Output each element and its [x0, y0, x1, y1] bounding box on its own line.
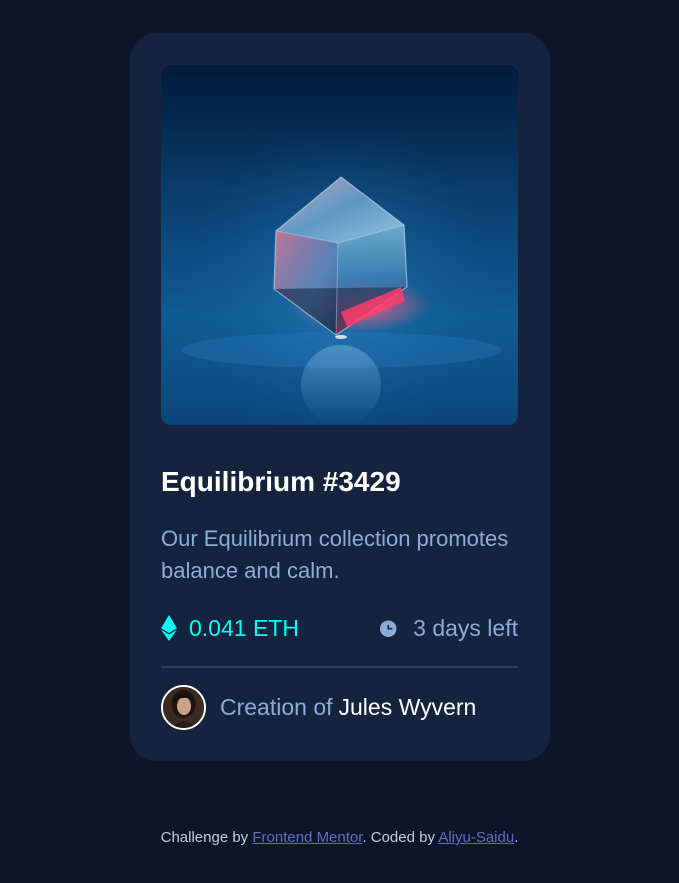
- price-value: 0.041 ETH: [189, 614, 299, 641]
- frontend-mentor-link[interactable]: Frontend Mentor: [252, 829, 362, 846]
- time-left-value: 3 days left: [413, 614, 518, 641]
- creator-prefix: Creation of: [220, 693, 333, 720]
- equilibrium-image[interactable]: [161, 65, 518, 425]
- time-remaining: 3 days left: [378, 611, 518, 645]
- creator-name-link[interactable]: Jules Wyvern: [339, 694, 477, 720]
- nft-card: Equilibrium #3429 Our Equilibrium collec…: [130, 33, 550, 761]
- attribution-middle: . Coded by: [362, 829, 435, 846]
- creator-info: Creation of Jules Wyvern: [161, 684, 476, 730]
- divider: [161, 666, 518, 668]
- clock-icon: [380, 619, 397, 637]
- nft-title[interactable]: Equilibrium #3429: [161, 465, 401, 499]
- price: 0.041 ETH: [161, 611, 299, 645]
- avatar-image: [163, 686, 204, 728]
- author-link[interactable]: Aliyu-Saidu: [438, 829, 514, 846]
- attribution: Challenge by Frontend Mentor. Coded by A…: [0, 829, 679, 846]
- attribution-prefix: Challenge by: [160, 829, 249, 846]
- nft-stats: 0.041 ETH 3 days left: [161, 611, 518, 645]
- attribution-suffix: .: [514, 829, 519, 846]
- creator-text: Creation of Jules Wyvern: [220, 694, 476, 721]
- nft-description: Our Equilibrium collection promotes bala…: [161, 526, 509, 583]
- ethereum-icon: [161, 615, 177, 641]
- avatar: [161, 684, 206, 730]
- equilibrium-image-art: [161, 65, 518, 425]
